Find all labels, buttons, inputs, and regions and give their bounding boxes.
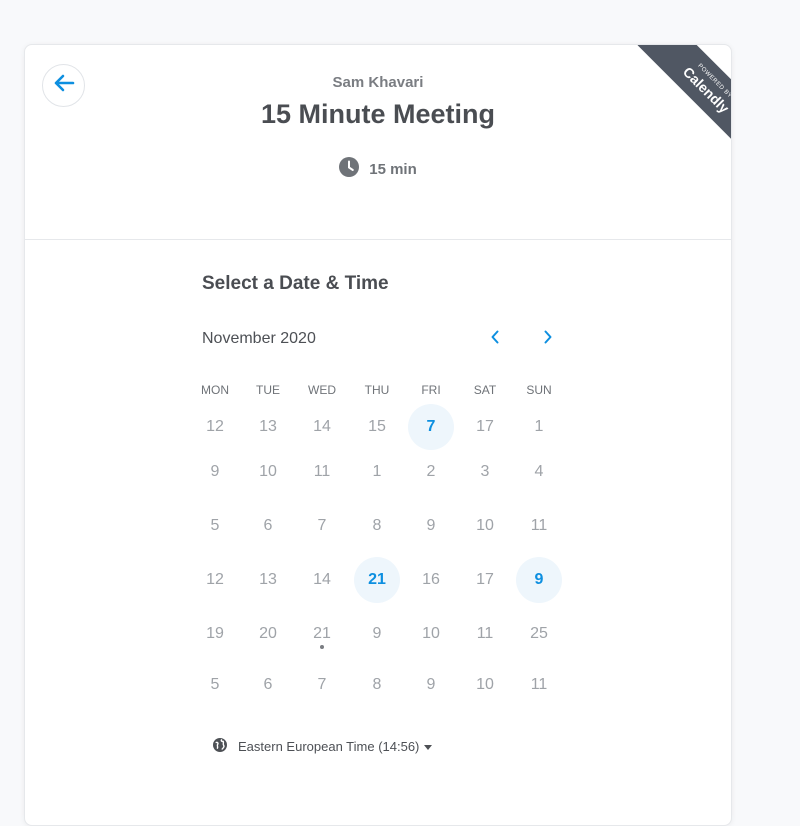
calendar-day: 10 xyxy=(422,625,440,642)
duration-label: 15 min xyxy=(369,160,417,178)
weekday-header: FRI xyxy=(421,383,441,397)
arrow-left-icon xyxy=(53,74,75,97)
chevron-right-icon xyxy=(543,330,553,349)
chevron-left-icon xyxy=(490,330,500,349)
weekday-header: SAT xyxy=(473,383,497,397)
calendar-day: 9 xyxy=(426,676,436,693)
calendar-day-available[interactable]: 7 xyxy=(408,404,454,450)
calendar-day: 11 xyxy=(476,625,494,642)
calendar-day: 25 xyxy=(530,625,548,642)
calendar-day: 10 xyxy=(476,517,494,534)
calendar-day: 9 xyxy=(210,463,220,480)
picker-title: Select a Date & Time xyxy=(202,273,389,294)
calendar-day: 1 xyxy=(372,463,382,480)
weekday-header: SUN xyxy=(526,383,552,397)
calendar-day-available[interactable]: 9 xyxy=(516,557,562,603)
today-indicator xyxy=(320,645,324,649)
calendar-day: 9 xyxy=(426,517,436,534)
back-button[interactable] xyxy=(42,64,85,107)
next-month-button[interactable] xyxy=(536,327,560,351)
calendar-day-available[interactable]: 21 xyxy=(354,557,400,603)
calendar-day: 20 xyxy=(259,625,277,642)
calendar-day: 11 xyxy=(530,517,548,534)
calendar-day: 11 xyxy=(530,676,548,693)
calendar-day: 5 xyxy=(210,676,220,693)
calendar-day: 9 xyxy=(372,625,382,642)
calendar-day: 8 xyxy=(372,517,382,534)
calendar-day: 12 xyxy=(206,571,224,588)
calendar-day: 13 xyxy=(259,418,277,435)
weekday-header: TUE xyxy=(256,383,280,397)
powered-by-ribbon[interactable]: POWERED BY Calendly xyxy=(625,45,731,153)
calendar-day: 15 xyxy=(368,418,386,435)
calendar-day: 11 xyxy=(313,463,331,480)
weekday-header: WED xyxy=(308,383,336,397)
calendar-day: 2 xyxy=(426,463,436,480)
clock-icon xyxy=(339,157,360,181)
calendar-day: 10 xyxy=(476,676,494,693)
calendar-day: 6 xyxy=(263,517,273,534)
calendar-day: 6 xyxy=(263,676,273,693)
calendar-day: 16 xyxy=(422,571,440,588)
calendar-day: 19 xyxy=(206,625,224,642)
weekday-header: MON xyxy=(201,383,229,397)
caret-down-icon xyxy=(424,744,433,750)
calendar-day: 17 xyxy=(476,571,494,588)
timezone-label: Eastern European Time (14:56) xyxy=(238,739,420,754)
prev-month-button[interactable] xyxy=(483,327,507,351)
calendar-day: 3 xyxy=(480,463,490,480)
calendar-day: 5 xyxy=(210,517,220,534)
calendar-day: 8 xyxy=(372,676,382,693)
calendar-day: 13 xyxy=(259,571,277,588)
scheduler-card: Sam Khavari 15 Minute Meeting 15 min POW… xyxy=(24,44,732,826)
calendar-day: 7 xyxy=(317,517,327,534)
timezone-selector[interactable]: Eastern European Time (14:56) xyxy=(212,737,433,756)
globe-icon xyxy=(212,737,228,756)
calendar-day: 17 xyxy=(476,418,494,435)
calendar-day: 14 xyxy=(313,571,331,588)
calendar-day: 1 xyxy=(534,418,544,435)
event-duration: 15 min xyxy=(25,157,731,181)
calendar-day: 7 xyxy=(317,676,327,693)
calendar-day: 4 xyxy=(534,463,544,480)
calendar-day: 14 xyxy=(313,418,331,435)
weekday-header: THU xyxy=(364,383,390,397)
month-label: November 2020 xyxy=(202,330,316,347)
calendar-day: 21 xyxy=(313,625,331,642)
calendar-day: 12 xyxy=(206,418,224,435)
calendar-day: 10 xyxy=(259,463,277,480)
